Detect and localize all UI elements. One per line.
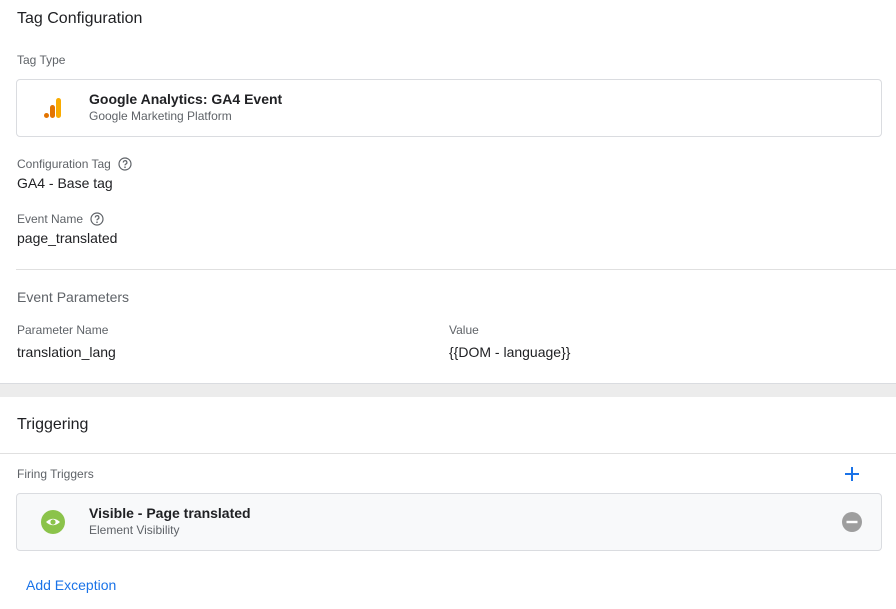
google-analytics-icon bbox=[43, 97, 65, 119]
parameter-name: translation_lang bbox=[17, 344, 116, 360]
firing-triggers-label: Firing Triggers bbox=[17, 467, 94, 481]
triggering-section: Triggering Firing Triggers Visible - Pag… bbox=[0, 397, 896, 609]
event-name-value: page_translated bbox=[17, 230, 118, 246]
eye-icon bbox=[41, 510, 65, 534]
event-parameters-title: Event Parameters bbox=[17, 289, 130, 305]
section-separator bbox=[0, 383, 896, 397]
tag-type-card[interactable]: Google Analytics: GA4 Event Google Marke… bbox=[16, 79, 882, 137]
tag-type-label: Tag Type bbox=[17, 53, 66, 67]
divider bbox=[0, 453, 896, 454]
parameter-name-header: Parameter Name bbox=[17, 323, 109, 337]
parameter-value-header: Value bbox=[449, 323, 479, 337]
trigger-type: Element Visibility bbox=[89, 523, 180, 537]
configuration-tag-value: GA4 - Base tag bbox=[17, 175, 113, 191]
divider bbox=[16, 269, 896, 270]
help-icon[interactable] bbox=[118, 157, 132, 171]
add-trigger-plus-icon[interactable] bbox=[842, 464, 862, 484]
tag-type-platform: Google Marketing Platform bbox=[89, 109, 232, 123]
tag-configuration-section: Tag Configuration Tag Type Google Analyt… bbox=[0, 0, 896, 383]
configuration-tag-label-row: Configuration Tag bbox=[17, 157, 132, 171]
tag-type-name: Google Analytics: GA4 Event bbox=[89, 91, 283, 107]
help-icon[interactable] bbox=[90, 212, 104, 226]
parameter-value: {{DOM - language}} bbox=[449, 344, 571, 360]
trigger-name: Visible - Page translated bbox=[89, 505, 251, 521]
tag-configuration-title: Tag Configuration bbox=[17, 10, 143, 27]
trigger-card[interactable]: Visible - Page translated Element Visibi… bbox=[16, 493, 882, 551]
triggering-title: Triggering bbox=[17, 416, 89, 433]
remove-trigger-icon[interactable] bbox=[842, 512, 862, 532]
add-exception-link[interactable]: Add Exception bbox=[26, 577, 116, 593]
event-name-label-row: Event Name bbox=[17, 212, 104, 226]
event-name-label: Event Name bbox=[17, 212, 84, 226]
configuration-tag-label: Configuration Tag bbox=[17, 157, 111, 171]
